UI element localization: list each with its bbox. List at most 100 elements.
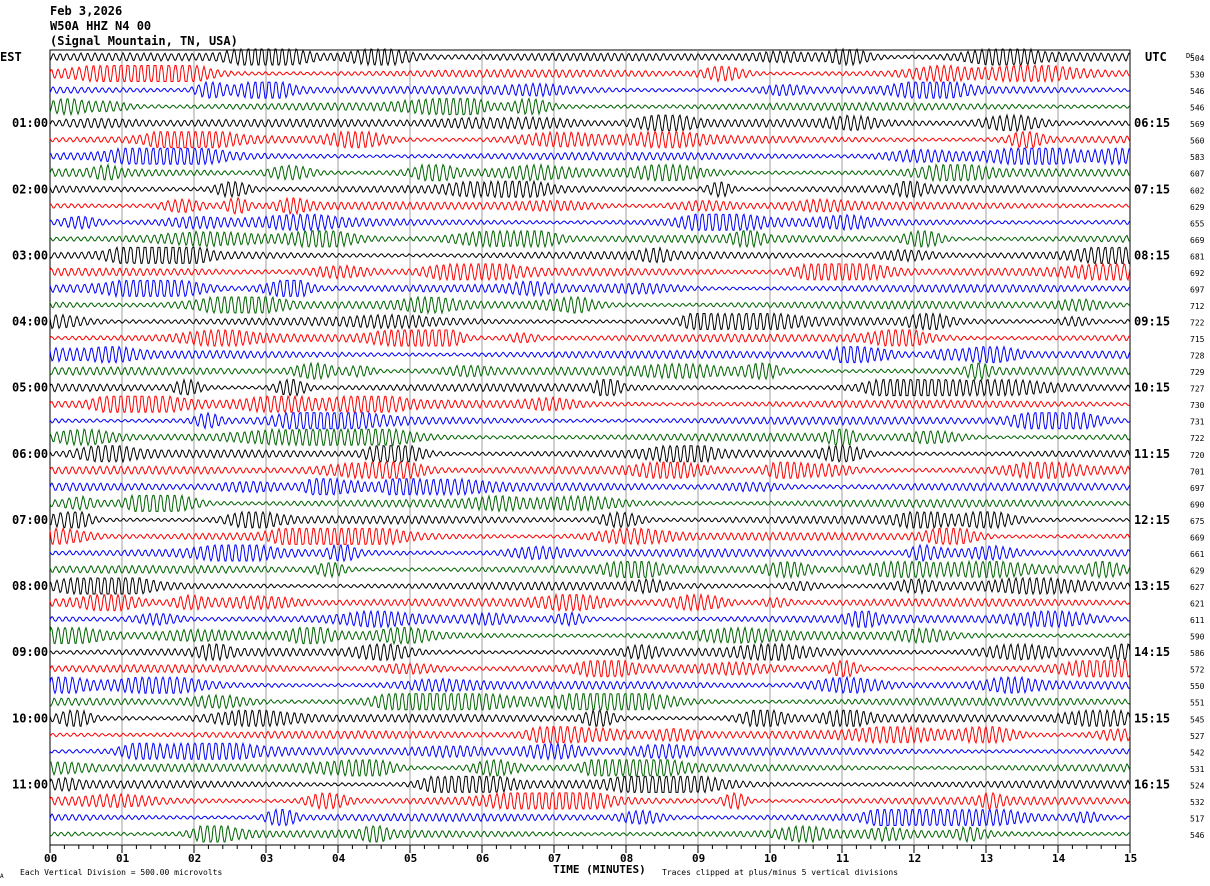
- dc-offset-label: 655: [1190, 219, 1205, 228]
- dc-offset-label: 545: [1190, 715, 1205, 724]
- seismic-trace: [49, 791, 1131, 811]
- seismic-trace: [49, 229, 1131, 249]
- x-tick-label: 03: [260, 852, 273, 865]
- dc-offset-label: 527: [1190, 732, 1205, 741]
- x-axis-label: TIME (MINUTES): [553, 863, 646, 876]
- x-tick-label: 12: [908, 852, 921, 865]
- x-tick-label: 14: [1052, 852, 1066, 865]
- est-time-label: 01:00: [12, 116, 48, 130]
- dc-offset-label: 669: [1190, 236, 1205, 245]
- seismic-trace: [49, 444, 1131, 464]
- seismic-trace: [49, 510, 1131, 530]
- seismic-trace: [49, 80, 1131, 100]
- utc-time-label: 14:15: [1134, 645, 1170, 659]
- dc-offset-label: 675: [1190, 517, 1205, 526]
- seismic-trace: [49, 592, 1131, 612]
- dc-offset-label: 572: [1190, 666, 1205, 675]
- est-time-label: 06:00: [12, 447, 48, 461]
- dc-offset-label: 531: [1190, 765, 1205, 774]
- x-tick-label: 05: [404, 852, 417, 865]
- est-time-label: 11:00: [12, 777, 48, 791]
- seismic-trace: [49, 543, 1131, 563]
- seismic-trace: [49, 162, 1131, 183]
- dc-offset-label: 627: [1190, 583, 1205, 592]
- dc-title: DC: [1186, 52, 1194, 60]
- dc-offset-label: 722: [1190, 434, 1205, 443]
- seismic-trace: [49, 129, 1131, 150]
- dc-offset-label: 681: [1190, 252, 1205, 261]
- seismic-trace: [49, 196, 1131, 216]
- seismic-trace: [49, 262, 1131, 282]
- seismic-trace: [49, 675, 1131, 695]
- seismic-trace: [49, 692, 1131, 712]
- seismic-trace: [49, 361, 1131, 381]
- dc-offset-label: 715: [1190, 335, 1205, 344]
- clip-note: Traces clipped at plus/minus 5 vertical …: [662, 868, 898, 877]
- seismic-trace: [49, 312, 1131, 332]
- seismic-trace: [49, 179, 1131, 199]
- utc-time-label: 09:15: [1134, 315, 1170, 329]
- dc-offset-label: 629: [1190, 203, 1205, 212]
- dc-offset-label: 530: [1190, 71, 1205, 80]
- seismic-trace: [49, 642, 1131, 662]
- x-tick-label: 10: [764, 852, 777, 865]
- utc-time-label: 08:15: [1134, 248, 1170, 262]
- x-tick-label: 11: [836, 852, 850, 865]
- dc-offset-label: 629: [1190, 566, 1205, 575]
- est-time-label: 02:00: [12, 182, 48, 196]
- dc-offset-label: 583: [1190, 153, 1205, 162]
- utc-axis-title: UTC: [1145, 50, 1167, 64]
- dc-offset-label: 560: [1190, 137, 1205, 146]
- dc-offset-label: 569: [1190, 120, 1205, 129]
- est-time-label: 05:00: [12, 381, 48, 395]
- utc-time-label: 10:15: [1134, 381, 1170, 395]
- seismic-trace: [49, 625, 1131, 646]
- seismic-trace: [49, 477, 1131, 497]
- dc-offset-label: 669: [1190, 533, 1205, 542]
- utc-time-label: 06:15: [1134, 116, 1170, 130]
- x-tick-label: 00: [44, 852, 57, 865]
- dc-offset-label: 722: [1190, 319, 1205, 328]
- dc-offset-label: 712: [1190, 302, 1205, 311]
- seismic-trace: [49, 493, 1131, 513]
- seismic-trace: [49, 659, 1131, 679]
- dc-offset-label: 542: [1190, 748, 1205, 757]
- utc-time-label: 11:15: [1134, 447, 1170, 461]
- dc-offset-label: 720: [1190, 451, 1205, 460]
- dc-offset-label: 546: [1190, 831, 1205, 840]
- est-time-label: 10:00: [12, 711, 48, 725]
- dc-offset-label: 517: [1190, 814, 1205, 823]
- dc-offset-label: 607: [1190, 170, 1205, 179]
- corner-mark: A: [0, 873, 4, 880]
- x-tick-label: 01: [116, 852, 130, 865]
- seismic-trace: [49, 807, 1131, 827]
- x-tick-label: 06: [476, 852, 490, 865]
- seismic-trace: [49, 279, 1131, 299]
- seismic-trace: [49, 394, 1131, 414]
- dc-offset-label: 692: [1190, 269, 1205, 278]
- seismic-trace: [49, 741, 1131, 761]
- seismic-trace: [49, 146, 1131, 166]
- dc-offset-label: 602: [1190, 186, 1205, 195]
- est-time-label: 04:00: [12, 315, 48, 329]
- dc-offset-label: 611: [1190, 616, 1205, 625]
- seismic-trace: [49, 295, 1131, 315]
- dc-offset-label: 524: [1190, 781, 1205, 790]
- dc-offset-label: 697: [1190, 484, 1205, 493]
- est-time-label: 08:00: [12, 579, 48, 593]
- dc-offset-label: 727: [1190, 385, 1205, 394]
- dc-offset-label: 546: [1190, 87, 1205, 96]
- dc-offset-label: 590: [1190, 633, 1205, 642]
- seismic-trace: [49, 460, 1131, 480]
- seismic-trace: [49, 427, 1131, 447]
- utc-time-label: 12:15: [1134, 513, 1170, 527]
- helicorder-plot: 00 01 02 03 04 05 06 07 08 09 10 11 12 13 14 1501:0002:…: [0, 47, 1205, 880]
- dc-offset-label: 546: [1190, 104, 1205, 113]
- dc-offset-label: 701: [1190, 467, 1205, 476]
- seismic-trace: [49, 758, 1131, 778]
- seismic-trace: [49, 328, 1131, 348]
- dc-offset-label: 661: [1190, 550, 1205, 559]
- dc-offset-label: 551: [1190, 699, 1205, 708]
- seismic-trace: [49, 824, 1131, 844]
- est-axis-title: EST: [0, 50, 22, 64]
